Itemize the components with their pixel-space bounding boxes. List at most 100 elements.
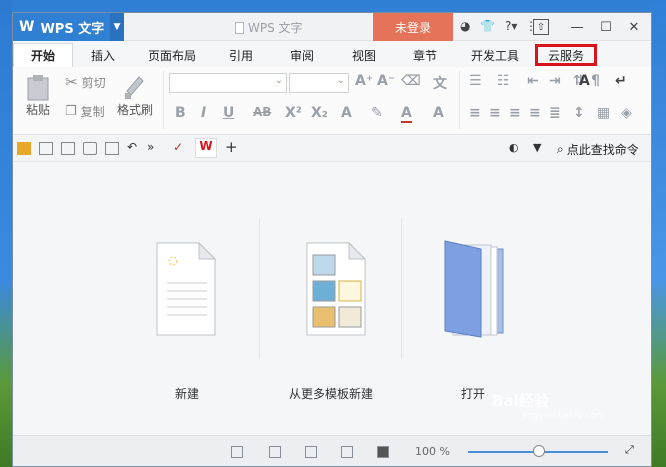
format-painter-label: 格式刷 [116,103,153,117]
new-document-label[interactable]: 新建 [117,385,257,402]
tab-start[interactable]: 开始 [13,43,73,67]
close-button[interactable]: ✕ [623,17,645,37]
cut-label: 剪切 [81,75,106,90]
scissors-icon: ✂ [65,73,78,91]
template-label[interactable]: 从更多模板新建 [261,385,401,402]
align-left-icon[interactable]: ≡ [469,105,481,121]
tab-chapter[interactable]: 章节 [395,43,455,67]
document-title: WPS 文字 [235,19,303,36]
tab-review[interactable]: 审阅 [271,43,333,67]
format-painter-button[interactable]: 格式刷 [113,73,157,118]
shrink-font-icon[interactable]: A⁻ [377,73,395,89]
wps-logo-icon: W [19,19,35,35]
highlight-icon[interactable]: ✎ [371,105,383,121]
template-document-icon [306,241,367,336]
font-size-select[interactable] [289,73,349,93]
underline-icon[interactable]: U [223,105,234,121]
text-style-icon[interactable]: A [579,73,590,89]
text-direction-icon[interactable]: ↵ [615,73,627,89]
bold-icon[interactable]: B [175,105,186,121]
align-right-icon[interactable]: ≡ [509,105,521,121]
outline-view-icon[interactable] [305,446,317,458]
print-preview-icon[interactable] [105,142,119,155]
increase-indent-icon[interactable]: ⇥ [549,73,561,89]
web-view-icon[interactable] [341,446,353,458]
flag-dropdown-icon[interactable]: ▼ [533,141,547,154]
eye-protection-icon[interactable] [377,446,389,458]
brush-icon [125,76,144,99]
maximize-button[interactable]: ☐ [595,17,617,37]
feature-flag-icon[interactable]: ✓ [173,140,187,154]
fullscreen-icon[interactable] [231,446,243,458]
divider [401,219,402,359]
text-effect-icon[interactable]: A [341,105,352,121]
copy-button[interactable]: ❐ 复制 [65,103,105,120]
command-search[interactable]: ⌕ 点此查找命令 [557,141,639,158]
ribbon-separator [163,71,164,129]
cut-button[interactable]: ✂ 剪切 [65,73,106,91]
help-icon[interactable]: ?▾ [505,19,517,33]
pinyin-icon[interactable]: 文 [433,73,447,93]
font-color-icon[interactable]: A [401,105,412,123]
new-document-tile[interactable] [125,239,245,342]
grow-font-icon[interactable]: A⁺ [355,73,373,89]
blank-document-icon [156,241,217,336]
open-tile[interactable] [415,239,535,342]
ribbon-tabs: 开始 插入 页面布局 引用 审阅 视图 章节 开发工具 云服务 [13,43,651,67]
export-pdf-icon[interactable] [61,142,75,155]
redo-icon[interactable]: » [147,140,161,154]
decrease-indent-icon[interactable]: ⇤ [527,73,539,89]
tab-page-layout[interactable]: 页面布局 [133,43,211,67]
justify-icon[interactable]: ≡ [529,105,541,121]
paste-button[interactable]: 粘贴 [19,73,57,118]
bullets-icon[interactable]: ☰ [469,73,482,89]
subscript-icon[interactable]: X₂ [311,105,328,121]
template-tile[interactable] [275,239,395,342]
desktop-background-left [0,0,12,467]
login-button[interactable]: 未登录 [373,13,453,41]
divider [259,219,260,359]
minimize-button[interactable]: — [566,17,588,37]
status-bar: 100 % ⤢ [13,435,651,466]
show-marks-icon[interactable]: ¶ [591,73,600,89]
watermark-text: Bai经验 [492,392,549,410]
save-icon[interactable] [39,142,53,155]
font-name-select[interactable] [169,73,287,93]
skin-icon[interactable]: ◕ [460,19,470,33]
document-icon [235,21,244,34]
zoom-slider-handle[interactable] [533,445,545,457]
italic-icon[interactable]: I [201,105,206,121]
app-menu-button[interactable]: W WPS 文字 ▼ [13,13,124,41]
copy-label: 复制 [80,105,105,119]
align-center-icon[interactable]: ≡ [489,105,501,121]
border-icon[interactable]: ▦ [597,105,610,121]
line-spacing-icon[interactable]: ↕ [573,105,585,121]
undo-icon[interactable]: ↶ [127,140,141,154]
shading-icon[interactable]: ◈ [621,105,632,121]
wps-doc-icon[interactable]: W [195,138,217,158]
paste-label: 粘贴 [25,103,50,117]
distribute-icon[interactable]: ≣ [549,105,561,121]
tab-cloud-service[interactable]: 云服务 [535,44,597,66]
restore-ribbon-icon[interactable]: ⇧ [533,19,549,35]
tab-developer[interactable]: 开发工具 [455,43,535,67]
fit-window-icon[interactable]: ⤢ [625,443,637,456]
numbering-icon[interactable]: ☷ [497,73,510,89]
clear-format-icon[interactable]: ⌫ [401,73,421,89]
doc-settings-icon[interactable]: ◐ [509,141,523,154]
search-icon: ⌕ [557,142,564,156]
open-folder-icon[interactable] [17,142,31,155]
page-view-icon[interactable] [269,446,281,458]
char-shading-icon[interactable]: A [433,105,444,121]
baidu-watermark: Bai经验 jingyan.baidu.com [492,390,605,421]
tab-insert[interactable]: 插入 [73,43,133,67]
title-bar: W WPS 文字 ▼ WPS 文字 未登录 ◕ 👕 ?▾ ⋮ ⇧ — ☐ ✕ [13,13,651,41]
add-icon[interactable]: + [225,138,239,156]
superscript-icon[interactable]: X² [285,105,302,121]
chevron-down-icon[interactable]: ▼ [110,13,124,41]
tab-references[interactable]: 引用 [211,43,271,67]
tshirt-icon[interactable]: 👕 [480,19,495,33]
strikethrough-icon[interactable]: AB [253,105,271,119]
tab-view[interactable]: 视图 [333,43,395,67]
print-icon[interactable] [83,142,97,155]
